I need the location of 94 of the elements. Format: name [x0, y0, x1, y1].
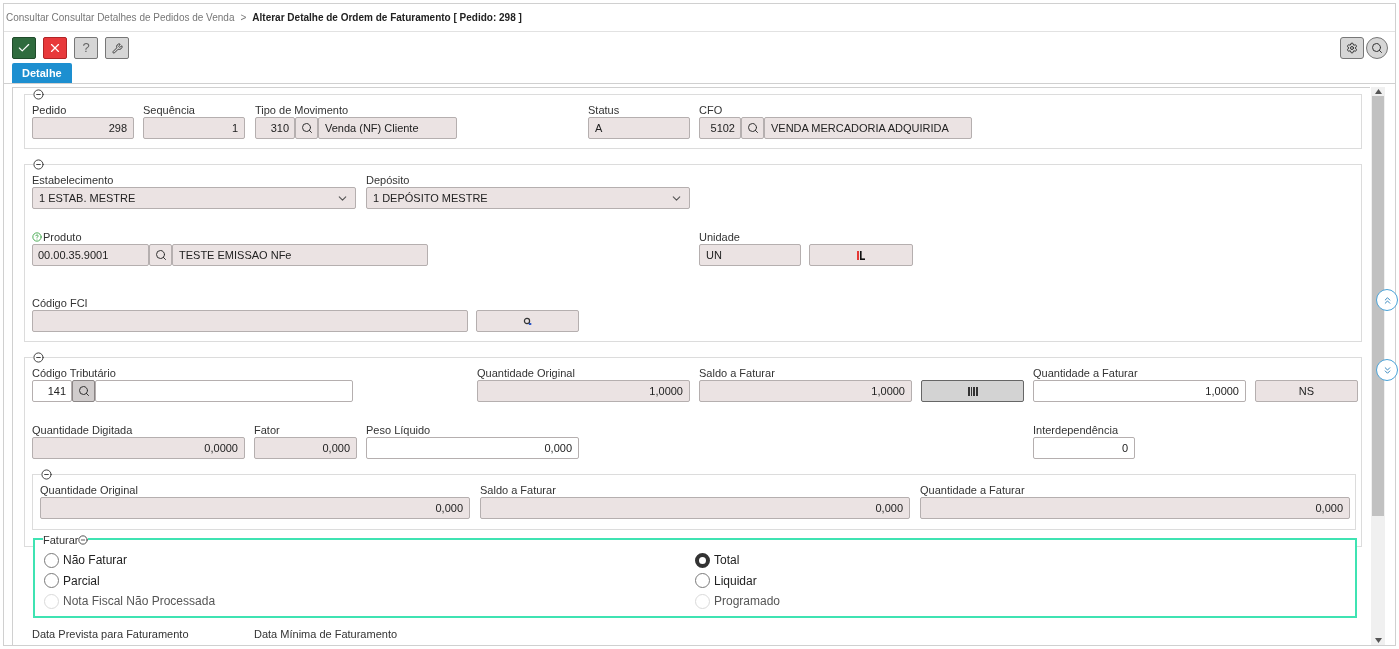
text-field[interactable]: 0 [1033, 437, 1135, 459]
search-icon [77, 385, 90, 397]
field-label: Quantidade a Faturar [1033, 366, 1138, 380]
text-field[interactable]: 1,0000 [1033, 380, 1246, 402]
field-label: Saldo a Faturar [480, 483, 556, 497]
text-field[interactable]: 0,0000 [32, 437, 245, 459]
field-label: Fator [254, 423, 280, 437]
radio-label[interactable]: Não Faturar [63, 551, 128, 570]
wrench-icon [111, 42, 123, 54]
breadcrumb-separator: > [240, 11, 247, 25]
search-button[interactable] [295, 117, 318, 139]
bars-button[interactable] [921, 380, 1024, 402]
collapse-icon[interactable] [78, 535, 89, 546]
page-title: Alterar Detalhe de Ordem de Faturamento [ Pedido: 298 ] [252, 11, 522, 25]
scrollbar[interactable] [1371, 87, 1385, 645]
settings-icon [1346, 42, 1358, 54]
arrow-up-icon[interactable] [1374, 89, 1382, 94]
field-label: Quantidade Original [40, 483, 138, 497]
radio-button[interactable] [695, 552, 710, 568]
code-field[interactable]: 141 [32, 380, 72, 402]
text-field[interactable]: 1,0000 [477, 380, 690, 402]
collapse-icon[interactable] [33, 89, 44, 100]
group-legend: Faturar [43, 532, 79, 549]
search-button[interactable] [149, 244, 172, 266]
close-icon [48, 41, 62, 55]
tools-button[interactable] [105, 37, 129, 59]
field-label: Produto [43, 230, 82, 244]
help-button[interactable]: ? [74, 37, 98, 59]
radio-label[interactable]: Total [714, 551, 740, 570]
bars-icon [967, 386, 978, 396]
field-label: Data Prevista para Faturamento [32, 628, 190, 641]
unit-icon [857, 250, 865, 260]
magnifier-icon [523, 316, 532, 326]
text-field[interactable]: 0,000 [480, 497, 910, 519]
field-label: CFO [699, 103, 723, 117]
field-label: Status [588, 103, 620, 117]
text-field[interactable]: A [588, 117, 690, 139]
field-label: Saldo a Faturar [699, 366, 775, 380]
field-label: Peso Líquido [366, 423, 431, 437]
field-label: Unidade [699, 230, 740, 244]
description-field[interactable]: VENDA MERCADORIA ADQUIRIDA [764, 117, 972, 139]
search-icon [746, 122, 759, 134]
settings-button[interactable] [1340, 37, 1364, 59]
field-label: Código FCI [32, 296, 88, 310]
text-field[interactable] [32, 310, 468, 332]
radio-label[interactable]: Liquidar [714, 571, 757, 590]
text-field[interactable]: 0,000 [254, 437, 357, 459]
radio-button[interactable] [44, 573, 59, 589]
dropdown-field[interactable]: 1 DEPÓSITO MESTRE [366, 187, 690, 209]
field-label: Quantidade Original [477, 366, 575, 380]
search-button[interactable] [72, 380, 95, 402]
radio-label[interactable]: Parcial [63, 571, 100, 590]
cancel-button[interactable] [43, 37, 67, 59]
field-label: Sequência [143, 103, 195, 117]
radio-button[interactable] [695, 573, 710, 589]
search-icon [1371, 42, 1383, 54]
text-field[interactable]: 1,0000 [699, 380, 912, 402]
tab[interactable]: Detalhe [12, 63, 72, 83]
search-button[interactable] [1366, 37, 1388, 59]
confirm-button[interactable] [12, 37, 36, 59]
description-field[interactable]: Venda (NF) Cliente [318, 117, 457, 139]
field-label: Interdependência [1033, 423, 1118, 437]
radio-button[interactable] [44, 552, 59, 568]
field-label: Depósito [366, 173, 410, 187]
text-field[interactable]: UN [699, 244, 801, 266]
scroll-up-button[interactable] [1376, 289, 1398, 311]
search-icon [154, 249, 167, 261]
collapse-icon[interactable] [33, 352, 44, 363]
text-field[interactable]: 0,000 [920, 497, 1350, 519]
collapse-icon[interactable] [33, 159, 44, 170]
text-field[interactable]: 1 [143, 117, 245, 139]
code-field[interactable]: 5102 [699, 117, 741, 139]
field-label: Código Tributário [32, 366, 116, 380]
field-label: Quantidade Digitada [32, 423, 133, 437]
description-field[interactable] [95, 380, 353, 402]
field-label: Estabelecimento [32, 173, 114, 187]
text-field[interactable]: 0,000 [366, 437, 579, 459]
search-icon [300, 122, 313, 134]
arrow-down-icon[interactable] [1374, 638, 1382, 643]
field-label: Quantidade a Faturar [920, 483, 1025, 497]
field-label: Pedido [32, 103, 67, 117]
check-icon [17, 41, 31, 55]
description-field[interactable]: TESTE EMISSAO NFe [172, 244, 428, 266]
code-field[interactable]: 00.00.35.9001 [32, 244, 149, 266]
search-button[interactable] [741, 117, 764, 139]
collapse-icon[interactable] [41, 469, 52, 480]
dropdown-field[interactable]: 1 ESTAB. MESTRE [32, 187, 356, 209]
text-field[interactable]: 0,000 [40, 497, 470, 519]
text-field[interactable]: 298 [32, 117, 134, 139]
field-label: Data Mínima de Faturamento [254, 628, 398, 641]
ns-button[interactable]: NS [1255, 380, 1358, 402]
breadcrumb-link[interactable]: Consultar Consultar Detalhes de Pedidos de Venda [6, 10, 235, 25]
field-label: Tipo de Movimento [255, 103, 349, 117]
code-field[interactable]: 310 [255, 117, 295, 139]
